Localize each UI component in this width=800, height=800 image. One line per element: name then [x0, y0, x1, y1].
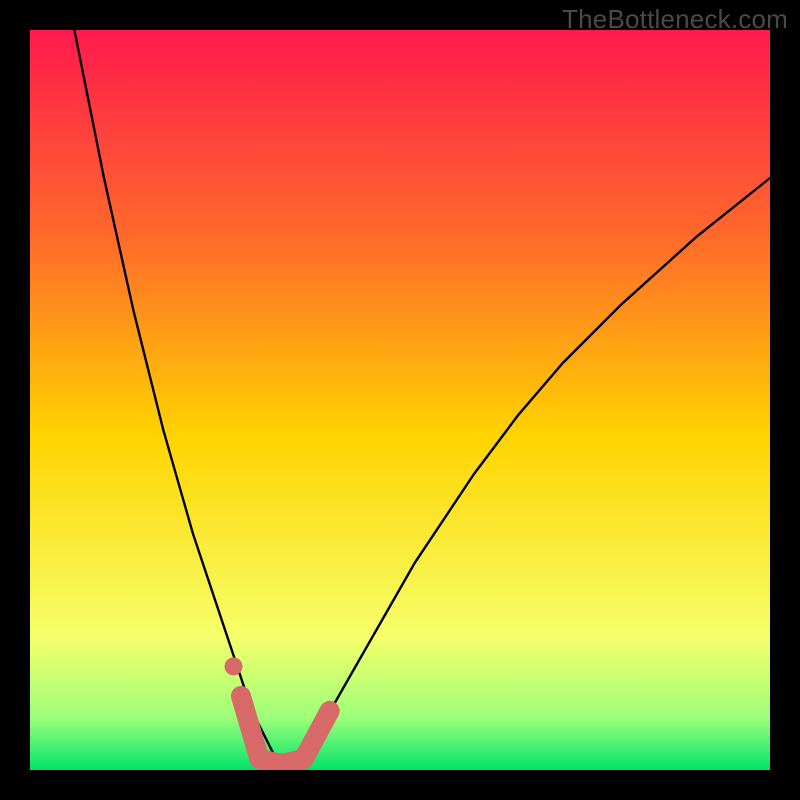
chart-svg — [30, 30, 770, 770]
isolated-marker-dot — [225, 657, 243, 675]
outer-frame: TheBottleneck.com — [0, 0, 800, 800]
gradient-background — [30, 30, 770, 770]
plot-area — [30, 30, 770, 770]
